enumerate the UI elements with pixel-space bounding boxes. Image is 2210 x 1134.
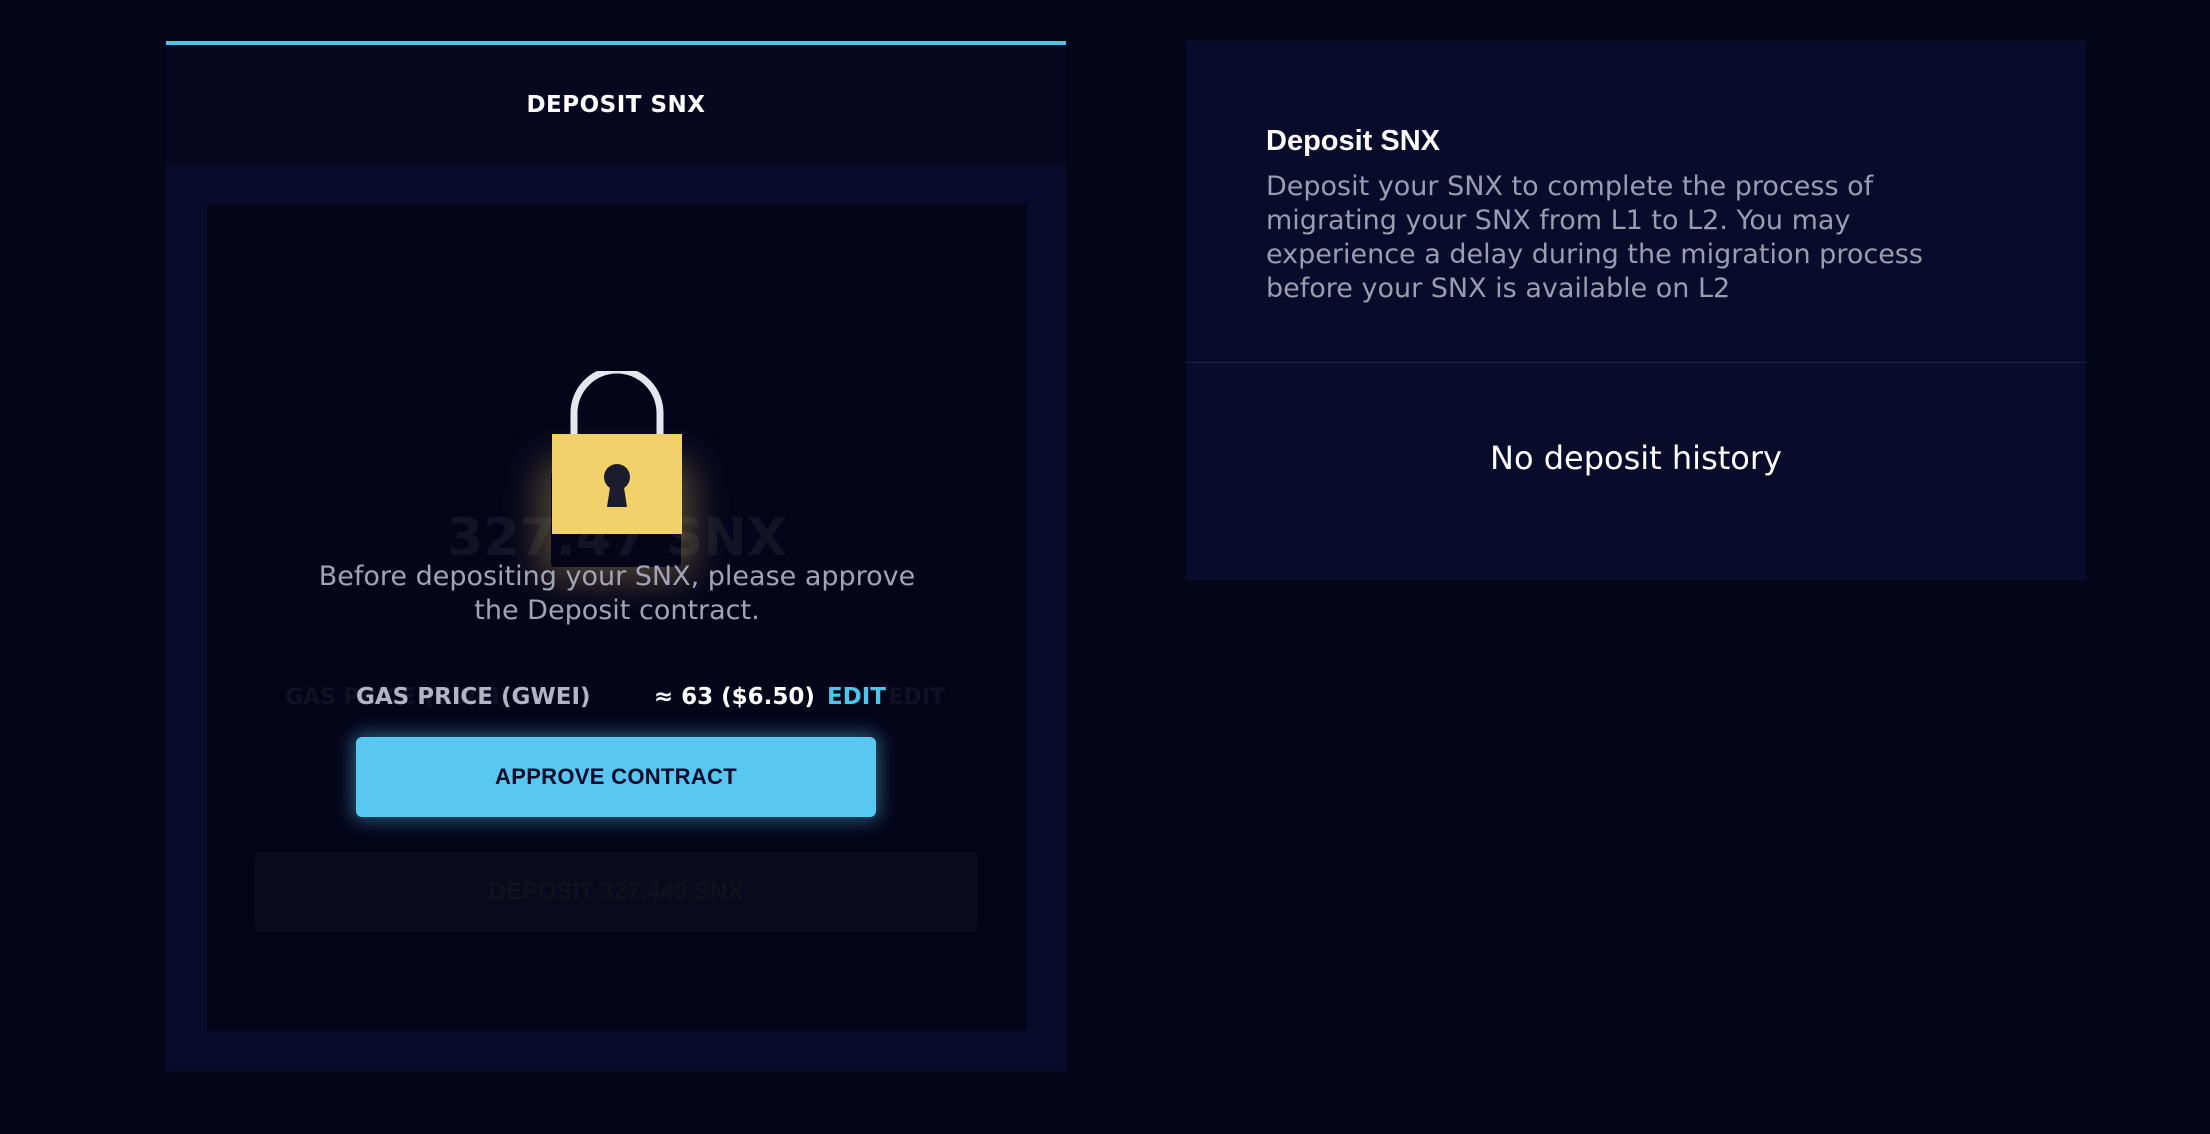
gas-price-row: GAS PRICE (GWEI) ≈ 63 ($6.50) EDIT [356, 677, 886, 717]
gas-price-edit-link[interactable]: EDIT [827, 684, 886, 710]
deposit-card-header: DEPOSIT SNX [166, 45, 1066, 165]
deposit-card: DEPOSIT SNX 327.47 SNX GAS PRICE (GWEI) … [166, 41, 1066, 1071]
deposit-info-card: Deposit SNX Deposit your SNX to complete… [1186, 41, 2086, 580]
approve-message: Before depositing your SNX, please appro… [318, 561, 916, 626]
deposit-info-description: Deposit your SNX to complete the process… [1266, 171, 1923, 304]
deposit-card-title: DEPOSIT SNX [526, 92, 706, 118]
deposit-info-section: Deposit SNX Deposit your SNX to complete… [1186, 41, 2086, 363]
background-gas-edit: EDIT [888, 685, 945, 710]
no-deposit-history-text: No deposit history [1490, 438, 1782, 477]
gas-price-label: GAS PRICE (GWEI) [356, 684, 591, 710]
page: DEPOSIT SNX 327.47 SNX GAS PRICE (GWEI) … [0, 0, 2210, 1134]
deposit-content-area: 327.47 SNX GAS PRICE (GWEI) EDIT DEPOSIT… [207, 203, 1027, 1031]
gas-price-value: ≈ 63 ($6.50) [653, 684, 815, 710]
lock-icon [552, 371, 682, 534]
deposit-history-section: No deposit history [1186, 363, 2086, 580]
background-deposit-button: DEPOSIT 327.449 SNX [254, 852, 978, 932]
approve-contract-button[interactable]: APPROVE CONTRACT [356, 737, 876, 817]
deposit-info-title: Deposit SNX [1266, 125, 1441, 157]
